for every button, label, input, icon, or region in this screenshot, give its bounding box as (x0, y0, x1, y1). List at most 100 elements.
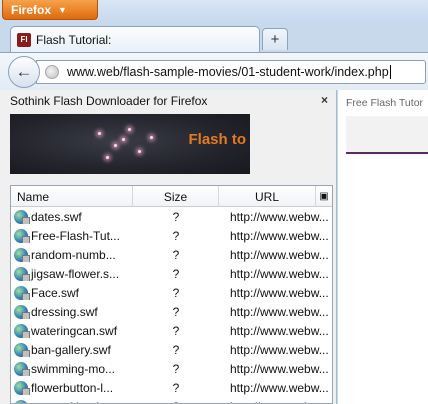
sothink-banner[interactable]: Flash to (10, 114, 250, 174)
sparkle-icon (98, 132, 101, 135)
firefox-menu-label: Firefox (11, 2, 52, 17)
file-size: ? (172, 285, 180, 300)
cell-name: dressing.swf (11, 304, 133, 319)
file-size: ? (172, 323, 180, 338)
sidebar-panel: Sothink Flash Downloader for Firefox × F… (0, 90, 337, 404)
back-button[interactable]: ← (8, 56, 40, 88)
page-header-box (346, 116, 428, 154)
file-url: http://www.webw... (230, 323, 329, 338)
file-name: wateringcan.swf (31, 323, 118, 338)
file-url: http://www.webw... (230, 247, 329, 262)
file-size: ? (172, 361, 180, 376)
file-url: http://www.webw... (230, 266, 329, 281)
column-picker-icon[interactable]: ▣ (316, 186, 332, 207)
cell-name: Face.swf (11, 285, 133, 300)
sidebar-title: Sothink Flash Downloader for Firefox (10, 94, 208, 108)
file-name: Free-Flash-Tut... (31, 228, 120, 243)
table-row[interactable]: random-numb...? http://www.webw... (11, 245, 332, 264)
file-name: swimming-mo... (31, 361, 116, 376)
swf-file-icon (14, 209, 30, 224)
file-size: ? (172, 304, 180, 319)
close-icon[interactable]: × (321, 93, 328, 107)
web-page-content: Free Flash Tutor (338, 90, 428, 404)
table-row[interactable]: ban-gallery.swf? http://www.webw... (11, 340, 332, 359)
swf-file-icon (14, 285, 30, 300)
table-row[interactable]: Free-Flash-Tut...? http://www.webw... (11, 226, 332, 245)
cell-name: swimming-mo... (11, 361, 133, 376)
firefox-menu-button[interactable]: Firefox ▼ (2, 0, 98, 20)
swf-file-icon (14, 380, 30, 395)
table-body: dates.swf? http://www.webw... Free-Flash-T… (11, 207, 332, 404)
cell-name: flowerbutton-l... (11, 380, 133, 395)
sparkle-icon (138, 150, 141, 153)
new-tab-button[interactable]: + (262, 28, 288, 50)
text-cursor (389, 65, 391, 79)
swf-file-icon (14, 266, 30, 281)
column-header-url[interactable]: URL (219, 186, 316, 207)
file-name: ban-gallery.swf (31, 342, 111, 357)
sparkle-icon (122, 138, 125, 141)
cell-name: wateringcan.swf (11, 323, 133, 338)
file-name: competition-b... (31, 400, 113, 404)
sparkle-icon (106, 156, 109, 159)
banner-text: Flash to (188, 131, 246, 148)
file-url: http://www.webw... (219, 400, 332, 404)
table-row[interactable]: wateringcan.swf? http://www.webw... (11, 321, 332, 340)
file-url: http://www.webw... (230, 304, 329, 319)
swf-file-table: Name Size URL ▣ dates.swf? http://www.web… (10, 185, 333, 404)
column-header-name[interactable]: Name (11, 186, 133, 207)
file-size: ? (172, 342, 180, 357)
table-row[interactable]: swimming-mo...? http://www.webw... (11, 359, 332, 378)
navigation-bar: www.web/flash-sample-movies/01-student-w… (0, 52, 428, 90)
swf-file-icon (14, 323, 30, 338)
file-url: http://www.webw... (230, 209, 329, 224)
tab-flash-tutorial[interactable]: Fl Flash Tutorial: (10, 26, 260, 52)
cell-name: Free-Flash-Tut... (11, 228, 133, 243)
table-row[interactable]: dressing.swf? http://www.webw... (11, 302, 332, 321)
sidebar-header: Sothink Flash Downloader for Firefox (0, 90, 337, 112)
file-size: ? (172, 209, 180, 224)
table-header: Name Size URL ▣ (11, 186, 332, 207)
sparkle-icon (150, 136, 153, 139)
sparkle-icon (114, 144, 117, 147)
file-url: http://www.webw... (230, 342, 329, 357)
cell-name: jigsaw-flower.s... (11, 266, 133, 281)
table-row[interactable]: flowerbutton-l...? http://www.webw... (11, 378, 332, 397)
url-bar[interactable]: www.web/flash-sample-movies/01-student-w… (36, 60, 426, 84)
swf-file-icon (14, 228, 30, 243)
file-size: ? (172, 228, 180, 243)
cell-name: competition-b... (11, 399, 133, 404)
file-name: flowerbutton-l... (31, 380, 114, 395)
file-size: ? (133, 400, 219, 404)
globe-icon (45, 65, 59, 79)
file-url: http://www.webw... (230, 228, 329, 243)
file-url: http://www.webw... (230, 380, 329, 395)
tab-title: Flash Tutorial: (36, 32, 112, 47)
column-header-size[interactable]: Size (133, 186, 219, 207)
cell-name: dates.swf (11, 209, 133, 224)
file-url: http://www.webw... (230, 361, 329, 376)
chevron-down-icon: ▼ (58, 4, 67, 15)
file-size: ? (172, 380, 180, 395)
flash-favicon-icon: Fl (17, 32, 31, 47)
page-title: Free Flash Tutor (346, 97, 424, 109)
tab-strip: Fl Flash Tutorial: + (0, 24, 428, 52)
swf-file-icon (14, 342, 30, 357)
table-row[interactable]: dates.swf? http://www.webw... (11, 207, 332, 226)
cell-name: random-numb... (11, 247, 133, 262)
swf-file-icon (14, 247, 30, 262)
url-text[interactable]: www.web/flash-sample-movies/01-student-w… (67, 65, 389, 79)
sparkle-icon (128, 128, 131, 131)
swf-file-icon (14, 399, 28, 403)
table-row[interactable]: Face.swf? http://www.webw... (11, 283, 332, 302)
table-row[interactable]: jigsaw-flower.s...? http://www.webw... (11, 264, 332, 283)
table-row[interactable]: competition-b...?http://www.webw... (11, 397, 332, 404)
file-name: dates.swf (31, 209, 82, 224)
file-url: http://www.webw... (230, 285, 329, 300)
title-bar: Firefox ▼ (0, 0, 428, 24)
swf-file-icon (14, 304, 30, 319)
file-name: jigsaw-flower.s... (31, 266, 120, 281)
file-name: Face.swf (31, 285, 80, 300)
file-name: random-numb... (31, 247, 116, 262)
file-size: ? (172, 247, 180, 262)
